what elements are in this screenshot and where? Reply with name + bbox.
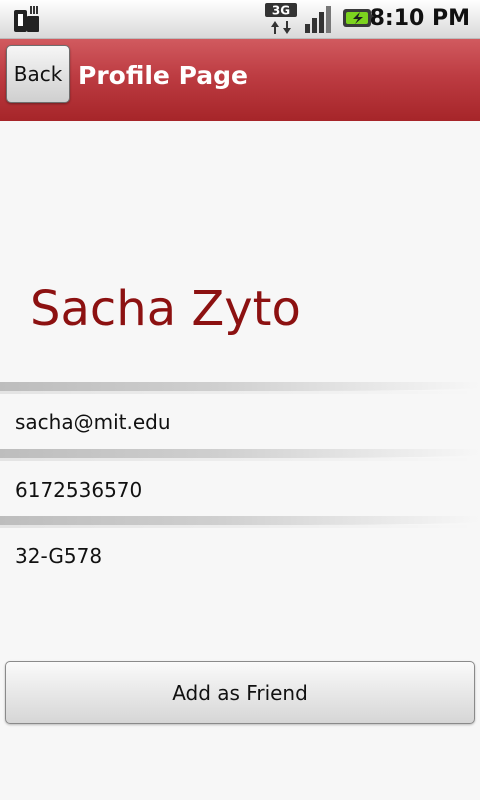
divider [0, 516, 480, 528]
divider [0, 382, 480, 394]
phone-text: 6172536570 [15, 478, 143, 502]
signal-strength-icon [304, 4, 336, 38]
add-friend-button[interactable]: Add as Friend [5, 661, 475, 724]
divider [0, 449, 480, 461]
back-button[interactable]: Back [6, 45, 70, 103]
status-clock: 8:10 PM [369, 6, 470, 31]
3g-network-icon: 3G [265, 3, 299, 39]
email-text: sacha@mit.edu [15, 410, 171, 434]
page-title: Profile Page [78, 61, 248, 90]
profile-screen: 3G 8:10 PM Back Profile Page Sacha Zyto … [0, 0, 480, 800]
sd-card-icon [12, 4, 42, 38]
status-bar: 3G 8:10 PM [0, 0, 480, 39]
office-text: 32-G578 [15, 544, 103, 568]
title-bar: Back Profile Page [0, 39, 480, 121]
svg-text:3G: 3G [272, 4, 290, 18]
profile-name: Sacha Zyto [30, 281, 301, 337]
